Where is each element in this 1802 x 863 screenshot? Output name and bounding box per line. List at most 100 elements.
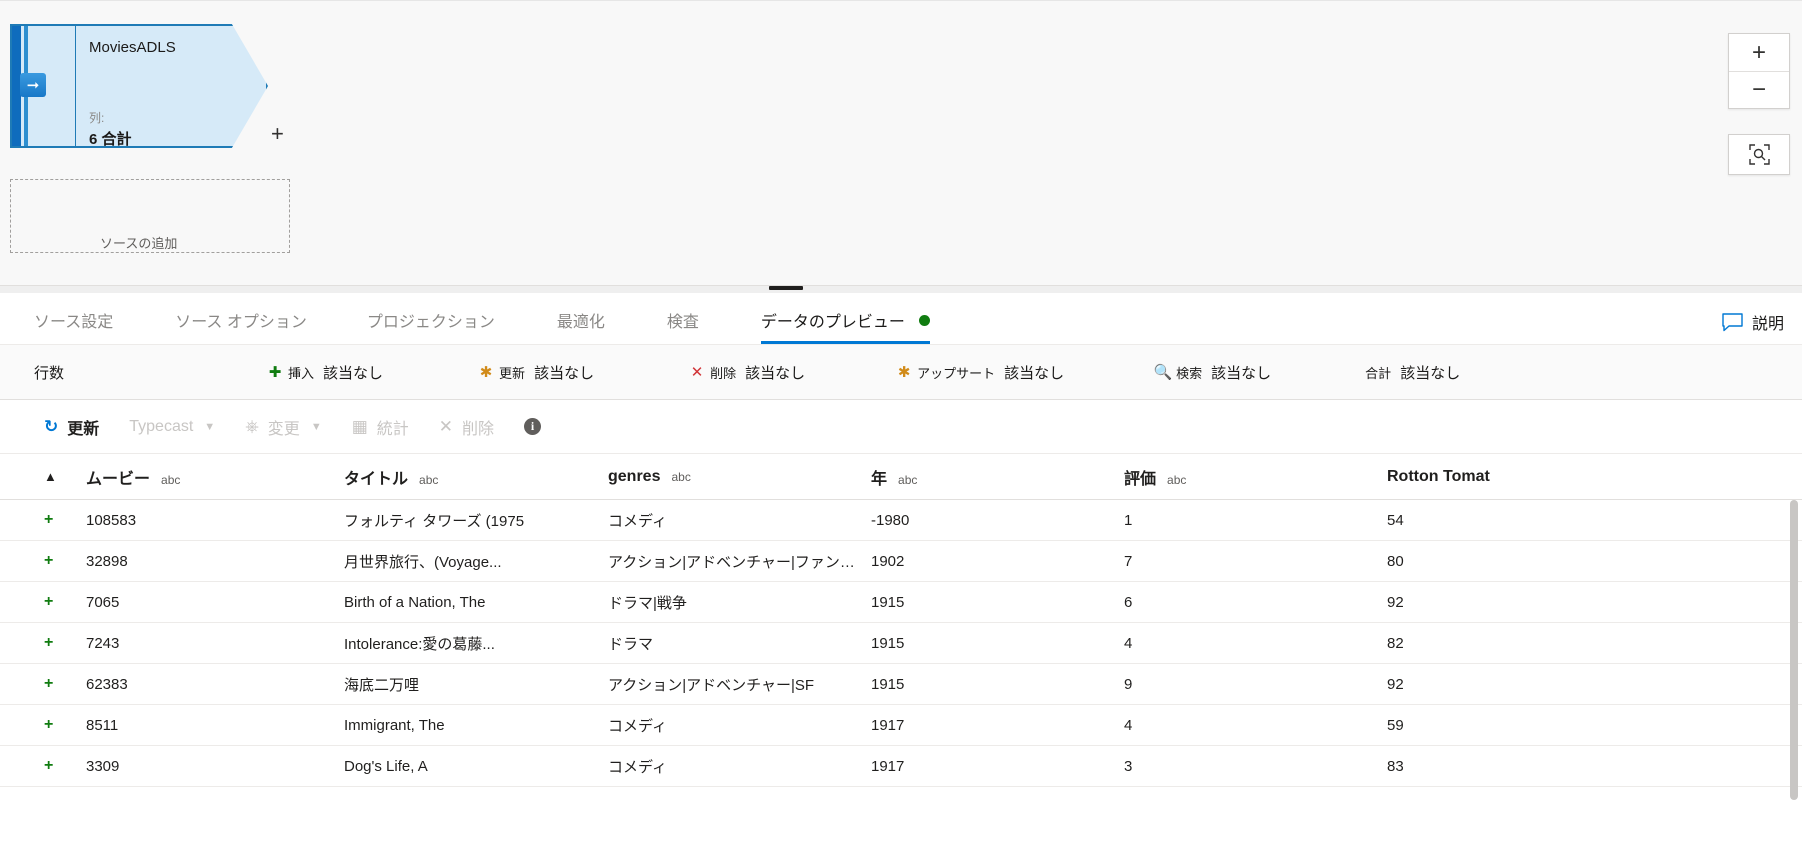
info-icon[interactable]: i bbox=[524, 418, 542, 435]
row-expand-icon[interactable]: + bbox=[44, 511, 86, 529]
panel-splitter[interactable] bbox=[0, 285, 1802, 293]
grid-scrollbar-thumb[interactable] bbox=[1790, 500, 1798, 800]
modify-icon: ⎈ bbox=[245, 417, 259, 436]
add-source-label: ソースの追加 bbox=[100, 236, 178, 251]
modify-button[interactable]: ⎈ 変更 ▼ bbox=[245, 415, 322, 439]
data-flow-canvas[interactable]: ➞ MoviesADLS 列: 6 合計 + ソースの追加 + − bbox=[0, 0, 1802, 285]
cell-title: 月世界旅行、(Voyage... bbox=[344, 553, 502, 571]
zoom-out-button[interactable]: − bbox=[1729, 71, 1789, 108]
column-header-movie-type: abc bbox=[161, 472, 181, 487]
cell-title: Birth of a Nation, The bbox=[344, 593, 486, 611]
help-link[interactable]: 説明 bbox=[1722, 310, 1784, 334]
delete-button[interactable]: ✕ 削除 bbox=[439, 415, 494, 439]
tab-source-settings[interactable]: ソース設定 bbox=[34, 308, 113, 344]
chevron-down-icon: ▼ bbox=[310, 420, 322, 433]
table-row[interactable]: + 8511 Immigrant, The コメディ 1917 4 59 bbox=[0, 705, 1802, 746]
cell-rotten-tomatoes: 59 bbox=[1387, 716, 1404, 734]
cell-title: Intolerance:愛の葛藤... bbox=[344, 635, 495, 653]
source-node-moviesadls[interactable]: ➞ MoviesADLS 列: 6 合計 bbox=[10, 24, 268, 148]
fit-to-screen-button[interactable] bbox=[1728, 134, 1790, 175]
column-header-genres[interactable]: genres abc bbox=[608, 468, 871, 486]
cell-rotten-tomatoes: 82 bbox=[1387, 634, 1404, 652]
statistics-button-label: 統計 bbox=[376, 420, 409, 438]
statistics-button[interactable]: ▦ 統計 bbox=[352, 415, 409, 439]
row-expand-icon[interactable]: + bbox=[44, 757, 86, 775]
table-row[interactable]: + 32898 月世界旅行、(Voyage... アクション|アドベンチャー|フ… bbox=[0, 541, 1802, 582]
cell-rating: 1 bbox=[1124, 511, 1133, 529]
grid-scrollbar[interactable] bbox=[1790, 500, 1798, 863]
upsert-icon: ✱ bbox=[897, 363, 911, 381]
tab-projection[interactable]: プロジェクション bbox=[367, 308, 495, 344]
source-node-columns-value: 6 合計 bbox=[89, 131, 132, 148]
data-flow-screen: ➞ MoviesADLS 列: 6 合計 + ソースの追加 + − ソース設定 … bbox=[0, 0, 1802, 863]
column-header-rating-type: abc bbox=[1167, 472, 1187, 487]
tab-data-preview[interactable]: データのプレビュー bbox=[760, 308, 931, 344]
stat-delete-value: 該当なし bbox=[745, 364, 806, 382]
bottom-panel: ソース設定 ソース オプション プロジェクション 最適化 検査 データのプレビュ… bbox=[0, 293, 1802, 863]
stat-upsert: ✱ アップサート 該当なし bbox=[893, 362, 1064, 383]
cell-year: 1902 bbox=[871, 552, 905, 570]
row-expand-icon[interactable]: + bbox=[44, 593, 86, 611]
status-dot-icon bbox=[919, 315, 931, 326]
tab-source-settings-label: ソース設定 bbox=[34, 314, 114, 331]
stat-lookup-label: 検索 bbox=[1176, 365, 1203, 381]
row-expand-icon[interactable]: + bbox=[44, 552, 86, 570]
cell-year: -1980 bbox=[871, 511, 910, 529]
close-icon: ✕ bbox=[438, 417, 454, 436]
table-row[interactable]: + 108583 フォルティ タワーズ (1975 コメディ -1980 1 5… bbox=[0, 500, 1802, 541]
column-header-rotten-tomatoes[interactable]: Rotton Tomat bbox=[1387, 468, 1567, 486]
refresh-icon: ↻ bbox=[44, 417, 59, 436]
column-header-rating[interactable]: 評価 abc bbox=[1124, 465, 1387, 489]
source-node-columns-label: 列: bbox=[89, 111, 105, 125]
cell-title: Immigrant, The bbox=[344, 716, 445, 734]
cell-rating: 7 bbox=[1124, 552, 1133, 570]
help-link-label: 説明 bbox=[1751, 316, 1784, 333]
cell-movie: 7065 bbox=[86, 593, 120, 611]
stat-update-value: 該当なし bbox=[534, 364, 595, 382]
tab-source-options[interactable]: ソース オプション bbox=[175, 308, 307, 344]
column-header-title[interactable]: タイトル abc bbox=[344, 465, 608, 489]
table-row[interactable]: + 3309 Dog's Life, A コメディ 1917 3 83 bbox=[0, 746, 1802, 787]
table-row[interactable]: + 7065 Birth of a Nation, The ドラマ|戦争 191… bbox=[0, 582, 1802, 623]
splitter-handle[interactable] bbox=[769, 286, 803, 290]
cell-rating: 9 bbox=[1124, 675, 1133, 693]
cell-title: 海底二万哩 bbox=[344, 676, 420, 694]
stat-lookup-value: 該当なし bbox=[1211, 364, 1272, 382]
column-header-movie-label: ムービー bbox=[86, 470, 151, 488]
cell-genres: アクション|アドベンチャー|ファンタジ... bbox=[608, 553, 871, 571]
data-preview-grid: ▲ ムービー abc タイトル abc genres abc 年 abc 評価 … bbox=[0, 454, 1802, 800]
stat-update: ✱ 更新 該当なし bbox=[475, 362, 594, 383]
refresh-button-label: 更新 bbox=[67, 420, 100, 438]
cell-genres: アクション|アドベンチャー|SF bbox=[608, 676, 815, 694]
tab-optimize[interactable]: 最適化 bbox=[557, 308, 605, 344]
add-downstream-node-button[interactable]: + bbox=[271, 123, 284, 145]
x-icon: ✕ bbox=[690, 363, 704, 381]
cell-movie: 108583 bbox=[86, 511, 137, 529]
row-expand-icon[interactable]: + bbox=[44, 716, 86, 734]
table-row[interactable]: + 7243 Intolerance:愛の葛藤... ドラマ 1915 4 82 bbox=[0, 623, 1802, 664]
row-expand-icon[interactable]: + bbox=[44, 634, 86, 652]
refresh-button[interactable]: ↻ 更新 bbox=[44, 415, 99, 439]
typecast-button-label: Typecast bbox=[129, 417, 194, 435]
tab-inspect[interactable]: 検査 bbox=[667, 308, 699, 344]
tab-inspect-label: 検査 bbox=[666, 314, 699, 331]
column-header-year-type: abc bbox=[898, 472, 918, 487]
cell-year: 1915 bbox=[871, 675, 905, 693]
tab-optimize-label: 最適化 bbox=[556, 314, 605, 331]
column-header-year[interactable]: 年 abc bbox=[871, 465, 1124, 489]
cell-rating: 4 bbox=[1124, 634, 1133, 652]
cell-rating: 3 bbox=[1124, 757, 1133, 775]
column-header-movie[interactable]: ムービー abc bbox=[86, 465, 344, 489]
column-header-year-label: 年 bbox=[871, 470, 888, 488]
cell-rating: 4 bbox=[1124, 716, 1133, 734]
sort-icon[interactable]: ▲ bbox=[44, 469, 86, 484]
stat-total-value: 該当なし bbox=[1400, 364, 1461, 382]
grid-header-row: ▲ ムービー abc タイトル abc genres abc 年 abc 評価 … bbox=[0, 454, 1802, 500]
column-header-rating-label: 評価 bbox=[1124, 470, 1157, 488]
zoom-in-button[interactable]: + bbox=[1729, 34, 1789, 71]
table-row[interactable]: + 62383 海底二万哩 アクション|アドベンチャー|SF 1915 9 92 bbox=[0, 664, 1802, 705]
typecast-button[interactable]: Typecast ▼ bbox=[129, 418, 215, 436]
row-expand-icon[interactable]: + bbox=[44, 675, 86, 693]
cell-movie: 3309 bbox=[86, 757, 120, 775]
stat-insert-value: 該当なし bbox=[323, 364, 384, 382]
